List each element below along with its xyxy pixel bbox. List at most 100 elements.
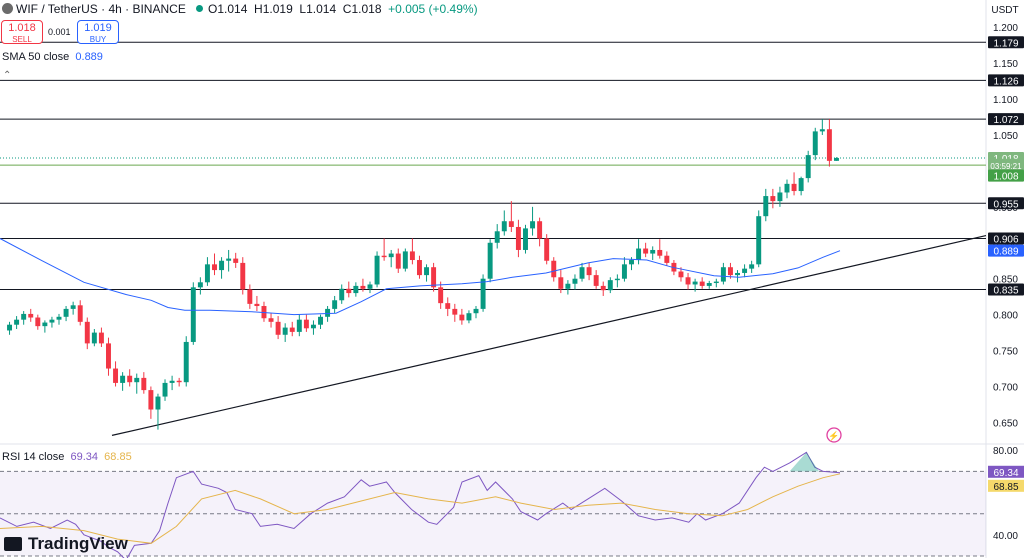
candle-body xyxy=(431,267,437,288)
sma-legend-value: 0.889 xyxy=(75,51,103,63)
candle-body xyxy=(233,258,239,263)
symbol-logo-icon xyxy=(2,3,13,14)
candle-body xyxy=(742,268,748,273)
rsi-legend-value: 69.34 xyxy=(70,451,99,463)
y-tick-label: 0.800 xyxy=(993,311,1018,322)
symbol-title[interactable]: WIF / TetherUS · 4h · BINANCE xyxy=(16,2,186,16)
price-tag-label: 0.889 xyxy=(993,247,1018,258)
price-tag-label: 1.126 xyxy=(993,76,1018,87)
candle-body xyxy=(77,305,83,322)
candle-body xyxy=(650,249,656,254)
rsi-tick-label: 40.00 xyxy=(993,531,1018,542)
candle-body xyxy=(586,267,592,276)
candle-body xyxy=(204,264,210,283)
y-tick-label: 0.750 xyxy=(993,347,1018,358)
candle-body xyxy=(141,377,147,391)
candle-body xyxy=(325,308,331,317)
candle-body xyxy=(134,377,140,383)
candle-body xyxy=(537,221,543,239)
candle-body xyxy=(409,251,415,261)
candle-body xyxy=(346,288,352,294)
candle-body xyxy=(155,396,161,410)
price-tag-label: 0.835 xyxy=(993,285,1018,296)
ohlc-change: +0.005 (+0.49%) xyxy=(388,2,478,16)
candle-body xyxy=(600,285,606,291)
tradingview-logo[interactable]: TradingView xyxy=(4,534,128,554)
price-tag-label: 0.955 xyxy=(993,199,1018,210)
rsi-ma-legend-value: 68.85 xyxy=(104,451,132,463)
buy-price: 1.019 xyxy=(84,22,112,34)
candle-body xyxy=(438,287,444,304)
rsi-tick-label: 80.00 xyxy=(993,446,1018,457)
candle-body xyxy=(798,178,804,192)
candle-body xyxy=(826,129,832,161)
candle-body xyxy=(720,267,726,282)
candle-body xyxy=(657,249,663,256)
ohlc-close: C1.018 xyxy=(342,2,382,16)
axis-currency-label: USDT xyxy=(991,5,1018,16)
candle-body xyxy=(735,272,740,276)
candle-body xyxy=(777,192,783,202)
candle-body xyxy=(219,260,225,271)
candle-body xyxy=(318,316,323,325)
candle-body xyxy=(169,380,175,383)
candle-body xyxy=(388,253,394,258)
candle-body xyxy=(629,260,634,265)
price-tag-label: 0.906 xyxy=(993,234,1018,245)
price-chart[interactable]: USDT1.2001.1501.1001.0501.0000.9500.9000… xyxy=(0,0,1024,558)
candle-body xyxy=(275,321,281,335)
candle-body xyxy=(289,327,295,332)
candle-body xyxy=(621,264,627,279)
candle-body xyxy=(14,319,20,325)
buy-label: BUY xyxy=(89,35,107,44)
candle-body xyxy=(791,183,797,192)
spread-value: 0.001 xyxy=(48,27,71,37)
y-tick-label: 1.200 xyxy=(993,23,1018,34)
ohlc-low: L1.014 xyxy=(299,2,337,16)
sell-price: 1.018 xyxy=(8,22,36,34)
candle-body xyxy=(49,319,55,323)
candle-body xyxy=(501,221,507,232)
y-tick-label: 1.050 xyxy=(993,131,1018,142)
candle-body xyxy=(374,255,380,285)
ohlc-high: H1.019 xyxy=(254,2,293,16)
candle-body xyxy=(452,308,458,315)
candle-body xyxy=(162,382,168,397)
sma-legend[interactable]: SMA 50 close 0.889 xyxy=(2,51,103,63)
rsi-overbought-fill xyxy=(789,452,819,472)
chart-root[interactable]: USDT1.2001.1501.1001.0501.0000.9500.9000… xyxy=(0,0,1024,558)
sell-button[interactable]: 1.018 SELL xyxy=(1,20,43,44)
candle-body xyxy=(416,260,422,276)
candle-body xyxy=(727,267,733,276)
y-tick-label: 1.150 xyxy=(993,59,1018,70)
y-tick-label: 1.100 xyxy=(993,95,1018,106)
candle-body xyxy=(685,277,691,285)
price-tag-label: 1.072 xyxy=(993,115,1018,126)
market-status-icon xyxy=(196,5,203,12)
candle-body xyxy=(381,255,387,258)
buy-button[interactable]: 1.019 BUY xyxy=(77,20,119,44)
candle-body xyxy=(480,278,486,309)
candle-body xyxy=(226,258,232,261)
candle-body xyxy=(339,288,345,301)
candle-body xyxy=(254,303,260,307)
candle-body xyxy=(664,255,670,263)
candle-body xyxy=(699,281,705,286)
y-tick-label: 0.700 xyxy=(993,383,1018,394)
alert-lightning-glyph: ⚡ xyxy=(828,430,839,442)
rsi-legend-label: RSI 14 close xyxy=(2,451,65,463)
y-tick-label: 0.650 xyxy=(993,418,1018,429)
candle-body xyxy=(247,289,253,304)
candle-body xyxy=(212,264,217,271)
candle-body xyxy=(544,238,550,261)
candle-body xyxy=(607,280,613,291)
price-tag-label: 1.008 xyxy=(993,172,1018,183)
candle-body xyxy=(70,305,76,309)
candle-body xyxy=(183,341,189,383)
collapse-legend-icon[interactable]: ⌃ xyxy=(3,70,11,81)
candle-body xyxy=(91,332,97,344)
sma-legend-label: SMA 50 close xyxy=(2,51,70,63)
candle-body xyxy=(282,327,288,335)
rsi-legend[interactable]: RSI 14 close 69.34 68.85 xyxy=(2,451,132,463)
candle-body xyxy=(459,314,465,321)
